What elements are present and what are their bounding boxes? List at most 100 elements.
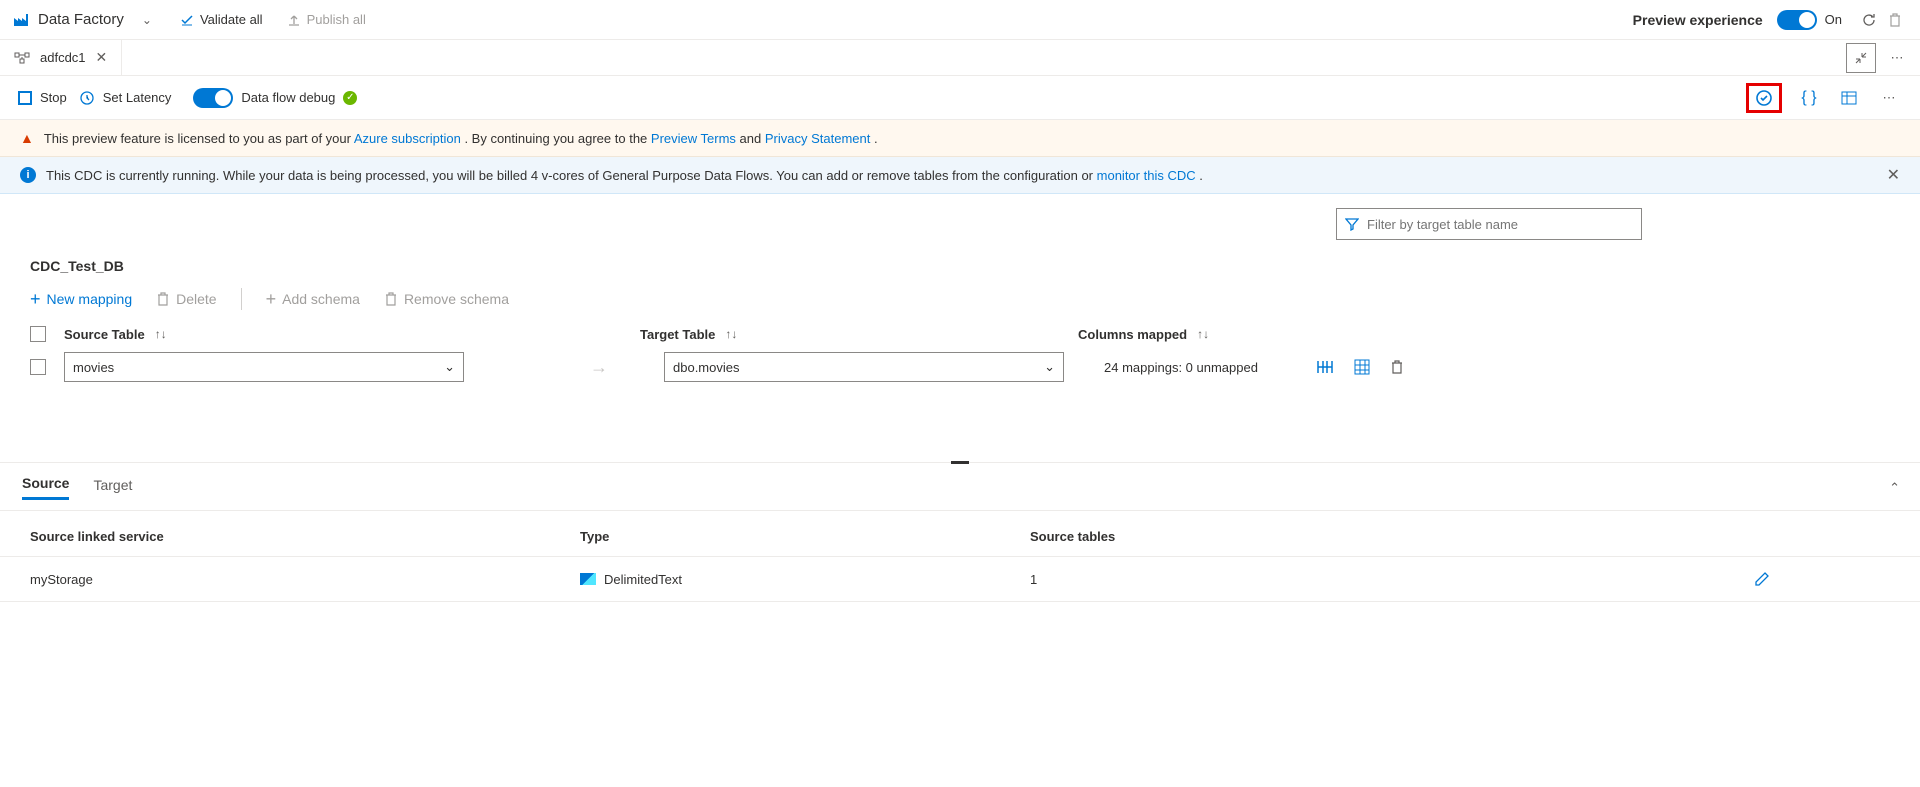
more-tabs-button[interactable]: ⋯: [1884, 45, 1910, 71]
warn-mid: . By continuing you agree to the: [464, 131, 650, 146]
chevron-down-icon: ⌄: [444, 359, 455, 375]
grid-icon[interactable]: [1354, 359, 1370, 375]
row-checkbox[interactable]: [30, 359, 46, 375]
source-value: movies: [73, 360, 114, 375]
plus-icon: +: [30, 289, 41, 310]
select-all-checkbox[interactable]: [30, 326, 46, 342]
set-latency-button[interactable]: Set Latency: [79, 90, 172, 106]
column-map-icon[interactable]: [1316, 359, 1334, 375]
editor-tabs: adfcdc1 ✕ ⋯: [0, 40, 1920, 76]
info-banner: i This CDC is currently running. While y…: [0, 157, 1920, 194]
refresh-button[interactable]: [1856, 7, 1882, 33]
validate-all-button[interactable]: Validate all: [168, 0, 275, 39]
stop-label: Stop: [40, 90, 67, 105]
source-table-header-row: Source linked service Type Source tables: [0, 511, 1920, 557]
sort-icon: ↑↓: [1197, 327, 1209, 341]
warning-icon: ▲: [20, 130, 34, 146]
delete-top-button[interactable]: [1882, 7, 1908, 33]
privacy-statement-link[interactable]: Privacy Statement: [765, 131, 871, 146]
columns-mapped-header[interactable]: Columns mapped ↑↓: [1078, 327, 1278, 342]
target-dropdown[interactable]: dbo.movies ⌄: [664, 352, 1064, 382]
new-mapping-label: New mapping: [47, 291, 133, 307]
preview-toggle[interactable]: [1777, 10, 1817, 30]
stop-icon: [18, 91, 32, 105]
warn-pre: This preview feature is licensed to you …: [44, 131, 354, 146]
tab-target[interactable]: Target: [93, 477, 132, 499]
columns-mapped-label: Columns mapped: [1078, 327, 1187, 342]
filter-row: [0, 194, 1920, 240]
new-mapping-button[interactable]: + New mapping: [30, 289, 132, 310]
brand-switcher[interactable]: Data Factory ⌄: [12, 11, 168, 29]
remove-schema-button: Remove schema: [384, 291, 509, 307]
col-linked-service: Source linked service: [30, 529, 580, 544]
source-table-header[interactable]: Source Table ↑↓: [64, 327, 554, 342]
stop-button[interactable]: Stop: [18, 90, 67, 105]
linked-service-cell: myStorage: [30, 572, 580, 587]
braces-icon: { }: [1801, 89, 1816, 107]
tables-count-cell: 1: [1030, 572, 1400, 587]
sort-icon: ↑↓: [725, 327, 737, 341]
divider: [241, 288, 242, 310]
ellipsis-icon: ⋯: [1891, 50, 1904, 66]
filter-text[interactable]: [1367, 217, 1633, 232]
collapse-icon: [1854, 51, 1868, 65]
warn-end: .: [874, 131, 878, 146]
plus-icon: +: [266, 289, 277, 310]
monitor-cdc-link[interactable]: monitor this CDC: [1097, 168, 1196, 183]
json-button[interactable]: { }: [1796, 85, 1822, 111]
type-cell: DelimitedText: [580, 572, 1030, 587]
set-latency-label: Set Latency: [103, 90, 172, 105]
refresh-icon: [1861, 12, 1877, 28]
target-value: dbo.movies: [673, 360, 739, 375]
col-source-tables: Source tables: [1030, 529, 1400, 544]
debug-label: Data flow debug: [241, 90, 335, 105]
delete-button: Delete: [156, 291, 216, 307]
db-heading: CDC_Test_DB: [0, 240, 1920, 288]
preview-terms-link[interactable]: Preview Terms: [651, 131, 736, 146]
tab-adfcdc1[interactable]: adfcdc1 ✕: [0, 40, 122, 75]
cdc-toolbar: Stop Set Latency Data flow debug ✓ { } ⋯: [0, 76, 1920, 120]
mapping-row: movies ⌄ → dbo.movies ⌄ 24 mappings: 0 u…: [0, 352, 1920, 392]
type-value: DelimitedText: [604, 572, 682, 587]
warning-text: This preview feature is licensed to you …: [44, 131, 878, 146]
debug-toggle[interactable]: [193, 88, 233, 108]
mapping-actions: + New mapping Delete + Add schema Remove…: [0, 288, 1920, 326]
info-text: This CDC is currently running. While you…: [46, 168, 1203, 183]
warn-and: and: [740, 131, 765, 146]
close-tab-icon[interactable]: ✕: [96, 49, 108, 66]
publish-all-label: Publish all: [307, 12, 366, 27]
source-dropdown[interactable]: movies ⌄: [64, 352, 464, 382]
validate-icon: [180, 13, 194, 27]
check-icon: ✓: [343, 91, 357, 105]
validate-all-label: Validate all: [200, 12, 263, 27]
columns-button[interactable]: [1836, 85, 1862, 111]
sort-icon: ↑↓: [155, 327, 167, 341]
publish-icon: [287, 13, 301, 27]
edit-button[interactable]: [1754, 571, 1770, 587]
bottom-tabs: Source Target ⌃: [0, 465, 1920, 511]
info-body: This CDC is currently running. While you…: [46, 168, 1097, 183]
clock-icon: [79, 90, 95, 106]
add-schema-label: Add schema: [282, 291, 360, 307]
col-type: Type: [580, 529, 1030, 544]
source-table-row: myStorage DelimitedText 1: [0, 557, 1920, 602]
columns-icon: [1841, 90, 1857, 106]
highlighted-learn-button[interactable]: [1746, 83, 1782, 113]
collapse-panel-button[interactable]: ⌃: [1889, 480, 1900, 496]
filter-input[interactable]: [1336, 208, 1642, 240]
more-button[interactable]: ⋯: [1876, 85, 1902, 111]
close-banner-button[interactable]: ✕: [1887, 165, 1900, 185]
trash-icon: [1888, 12, 1902, 28]
toggle-on-label: On: [1825, 12, 1842, 27]
minimize-button[interactable]: [1846, 43, 1876, 73]
azure-subscription-link[interactable]: Azure subscription: [354, 131, 461, 146]
target-table-header[interactable]: Target Table ↑↓: [640, 327, 1060, 342]
tab-source[interactable]: Source: [22, 475, 69, 500]
brand-label: Data Factory: [38, 11, 124, 28]
cdc-icon: [14, 50, 30, 66]
preview-experience-label: Preview experience: [1633, 12, 1763, 28]
tab-label: adfcdc1: [40, 50, 86, 65]
factory-icon: [12, 11, 30, 29]
trash-icon[interactable]: [1390, 359, 1404, 375]
debug-toggle-group: Data flow debug ✓: [193, 88, 357, 108]
